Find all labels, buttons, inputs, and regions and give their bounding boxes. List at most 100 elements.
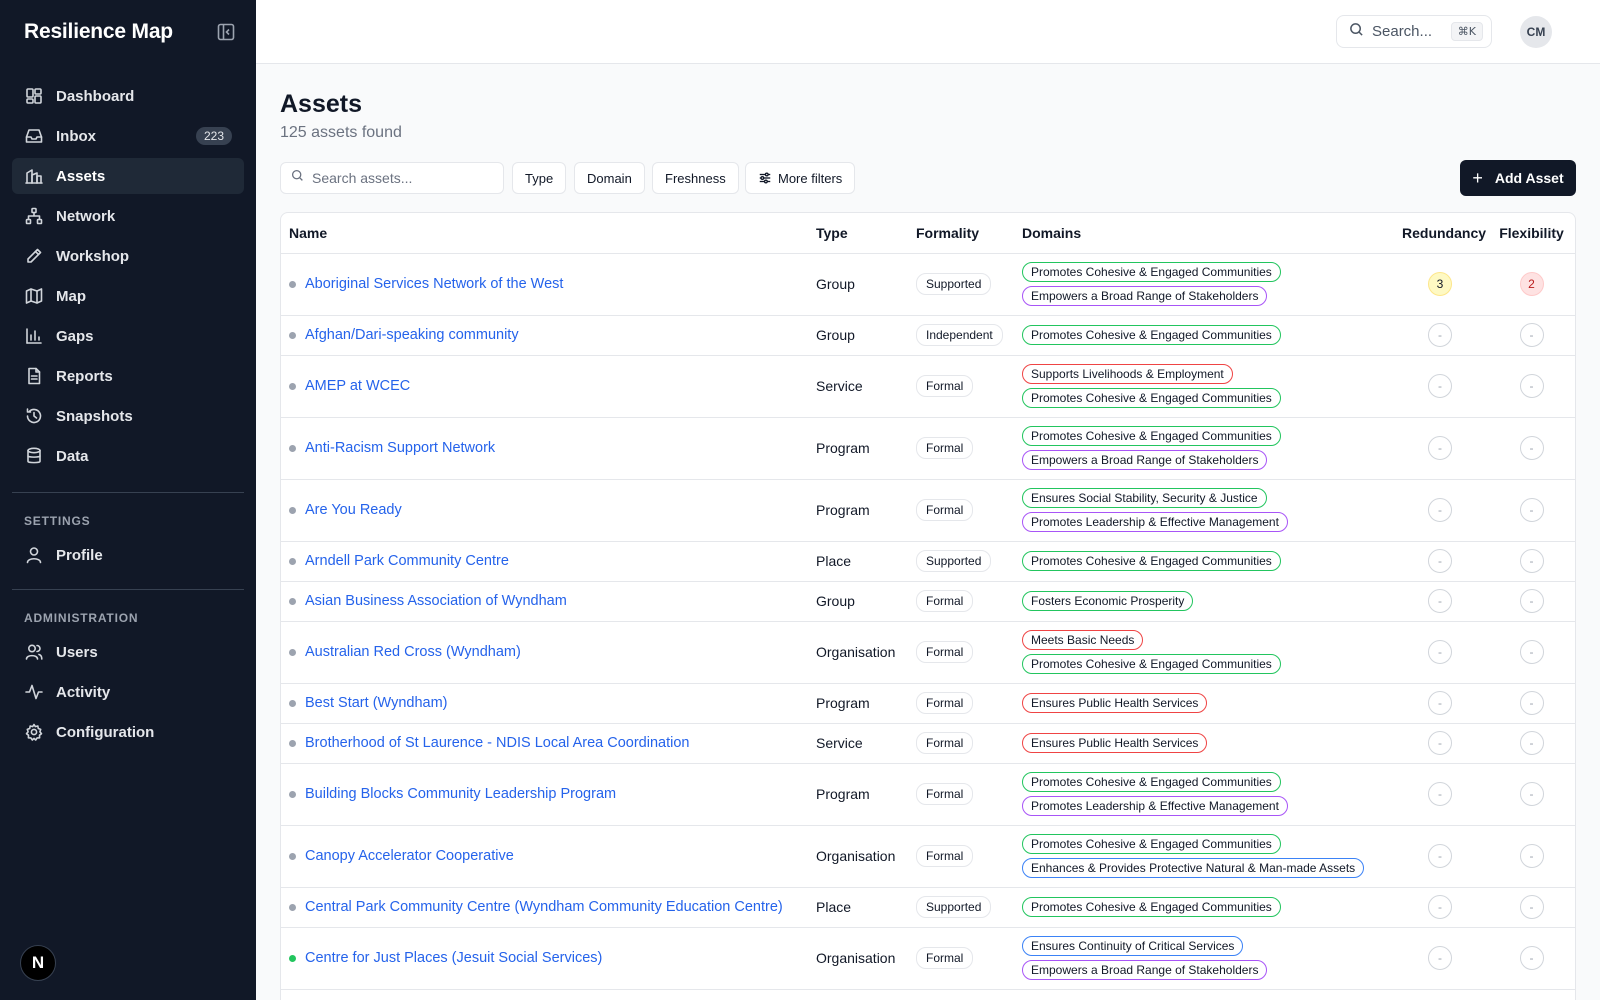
asset-search-input[interactable] (312, 170, 492, 186)
sidebar-item-workshop[interactable]: Workshop (12, 238, 244, 274)
type-cell: Group (808, 253, 908, 316)
sidebar-item-snapshots[interactable]: Snapshots (12, 398, 244, 434)
top-bar: Search... ⌘K CM (256, 0, 1600, 64)
freshness-filter-button[interactable]: Freshness (652, 162, 739, 194)
sidebar-item-users[interactable]: Users (12, 634, 244, 670)
name-cell: Asian Business Association of Wyndham (281, 581, 808, 622)
flexibility-cell: - (1486, 541, 1575, 582)
flexibility-cell: - (1486, 621, 1575, 684)
sidebar-item-reports[interactable]: Reports (12, 358, 244, 394)
asset-name-link[interactable]: Anti-Racism Support Network (305, 440, 495, 456)
table-row[interactable]: Brotherhood of St Laurence - NDIS Local … (281, 723, 1575, 764)
sidebar-item-profile[interactable]: Profile (12, 537, 244, 573)
sidebar-item-activity[interactable]: Activity (12, 674, 244, 710)
table-row[interactable]: Best Start (Wyndham) Program Formal Ensures… (281, 683, 1575, 724)
column-header-domains[interactable]: Domains (1014, 213, 1394, 254)
table-row[interactable]: Arndell Park Community Centre Place Suppor… (281, 541, 1575, 582)
table-row[interactable]: Are You Ready Program Formal Ensures Social… (281, 479, 1575, 542)
assets-count: 125 assets found (280, 124, 402, 141)
redundancy-score: - (1428, 731, 1452, 755)
table-row[interactable]: Canopy Accelerator Cooperative Organisati… (281, 825, 1575, 888)
asset-name-link[interactable]: Canopy Accelerator Cooperative (305, 848, 514, 864)
asset-name-link[interactable]: Centre for Just Places (Jesuit Social Se… (305, 950, 602, 966)
flexibility-cell: - (1486, 887, 1575, 928)
sidebar-item-label: Gaps (56, 327, 94, 345)
asset-name-link[interactable]: Central Park Community Centre (Wyndham C… (305, 899, 783, 915)
table-row[interactable]: Aboriginal Services Network of the West G… (281, 253, 1575, 316)
domain-list: Ensures Public Health Services (1022, 691, 1386, 715)
column-header-redundancy[interactable]: Redundancy (1394, 213, 1486, 254)
sidebar-collapse-icon[interactable] (216, 22, 236, 42)
asset-name-link[interactable]: Are You Ready (305, 502, 402, 518)
assets-table: Name Type Formality Domains Redundancy F… (280, 212, 1576, 1000)
formality-cell: Supported (908, 541, 1014, 582)
domains-cell: Promotes Cohesive & Engaged Communities E… (1014, 825, 1394, 888)
bar-chart-icon (24, 326, 44, 346)
add-asset-button[interactable]: + Add Asset (1460, 160, 1576, 196)
page-title: Assets (280, 90, 362, 118)
sidebar-item-map[interactable]: Map (12, 278, 244, 314)
asset-name-link[interactable]: Best Start (Wyndham) (305, 695, 448, 711)
sidebar-item-gaps[interactable]: Gaps (12, 318, 244, 354)
domain-list: Promotes Cohesive & Engaged Communities (1022, 549, 1386, 573)
domain-tag: Empowers a Broad Range of Stakeholders (1022, 450, 1268, 470)
column-header-formality[interactable]: Formality (908, 213, 1014, 254)
flexibility-score: - (1519, 731, 1544, 755)
sidebar-item-assets[interactable]: Assets (12, 158, 244, 194)
asset-name-wrapper: Australian Red Cross (Wyndham) (289, 644, 800, 660)
sidebar-item-label: Users (56, 643, 98, 661)
sidebar-divider (12, 492, 244, 493)
sidebar-item-data[interactable]: Data (12, 438, 244, 474)
table-row[interactable]: Building Blocks Community Leadership Pro… (281, 763, 1575, 826)
asset-name-wrapper: Asian Business Association of Wyndham (289, 593, 800, 609)
global-search-button[interactable]: Search... ⌘K (1336, 15, 1492, 48)
table-row[interactable]: Australian Red Cross (Wyndham) Organisati… (281, 621, 1575, 684)
type-cell: Program (808, 479, 908, 542)
network-icon (24, 206, 44, 226)
column-header-type[interactable]: Type (808, 213, 908, 254)
table-row[interactable]: Afghan/Dari-speaking community Group Indep… (281, 315, 1575, 356)
sliders-icon (758, 171, 772, 185)
table-row[interactable]: Asian Business Association of Wyndham Gro… (281, 581, 1575, 622)
domain-filter-button[interactable]: Domain (574, 162, 645, 194)
asset-name-link[interactable]: Aboriginal Services Network of the West (305, 276, 563, 292)
more-filters-button[interactable]: More filters (745, 162, 856, 194)
domain-list: Meets Basic Needs Promotes Cohesive & Eng… (1022, 628, 1386, 676)
sidebar-item-dashboard[interactable]: Dashboard (12, 78, 244, 114)
table-row[interactable]: Anti-Racism Support Network Program Formal… (281, 417, 1575, 480)
formality-cell: Formal (908, 417, 1014, 480)
domains-cell: Promotes Cohesive & Engaged Communities E… (1014, 253, 1394, 316)
sidebar-item-inbox[interactable]: Inbox 223 (12, 118, 244, 154)
domain-list: Fosters Economic Prosperity (1022, 589, 1386, 613)
asset-name-wrapper: Central Park Community Centre (Wyndham C… (289, 899, 800, 915)
type-filter-button[interactable]: Type (512, 162, 567, 194)
name-cell: Building Blocks Community Leadership Pro… (281, 763, 808, 826)
formality-badge: Independent (916, 324, 1003, 346)
table-row[interactable]: AMEP at WCEC Service Formal Supports Liveli… (281, 355, 1575, 418)
asset-name-link[interactable]: Afghan/Dari-speaking community (305, 327, 519, 343)
history-icon (24, 406, 44, 426)
redundancy-score: - (1428, 589, 1452, 613)
sidebar-item-network[interactable]: Network (12, 198, 244, 234)
domain-tag: Fosters Economic Prosperity (1022, 591, 1194, 611)
asset-name-link[interactable]: Asian Business Association of Wyndham (305, 593, 567, 609)
column-header-flexibility[interactable]: Flexibility (1486, 213, 1575, 254)
framework-logo[interactable]: N (20, 945, 56, 981)
type-cell: Place (808, 887, 908, 928)
status-dot-icon (289, 506, 296, 514)
pencil-icon (24, 246, 44, 266)
table-row[interactable]: Centre for Just Places (Jesuit Social Se… (281, 927, 1575, 990)
sidebar-item-configuration[interactable]: Configuration (12, 714, 244, 750)
user-avatar[interactable]: CM (1520, 16, 1552, 48)
asset-name-link[interactable]: Building Blocks Community Leadership Pro… (305, 786, 616, 802)
flexibility-score: - (1519, 498, 1544, 522)
table-row[interactable]: Central Park Community Centre (Wyndham C… (281, 887, 1575, 928)
asset-name-link[interactable]: Brotherhood of St Laurence - NDIS Local … (305, 735, 689, 751)
name-cell: Canopy Accelerator Cooperative (281, 825, 808, 888)
redundancy-score: - (1428, 782, 1452, 806)
asset-name-link[interactable]: Australian Red Cross (Wyndham) (305, 644, 521, 660)
asset-name-link[interactable]: AMEP at WCEC (305, 378, 410, 394)
column-header-name[interactable]: Name (281, 213, 808, 254)
domain-tag: Promotes Cohesive & Engaged Communities (1022, 834, 1281, 854)
asset-name-link[interactable]: Arndell Park Community Centre (305, 553, 509, 569)
